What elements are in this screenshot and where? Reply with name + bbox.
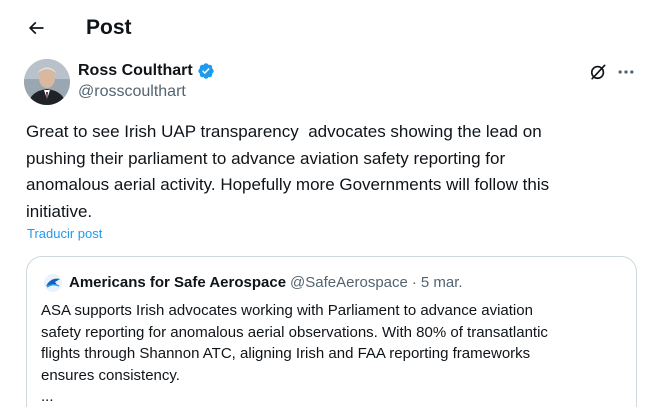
back-button[interactable] — [22, 14, 50, 42]
author-name-label: Ross Coulthart — [78, 62, 193, 79]
page-header: Post — [0, 0, 657, 56]
quoted-author-handle: @SafeAerospace — [290, 274, 408, 291]
author-name[interactable]: Ross Coulthart — [78, 61, 215, 81]
translate-post-link[interactable]: Traducir post — [27, 225, 102, 243]
more-horizontal-icon — [618, 70, 634, 74]
quoted-post-time: 5 mar. — [420, 274, 463, 291]
asa-logo-icon — [43, 273, 63, 293]
page-title: Post — [86, 16, 132, 39]
more-options-button[interactable] — [614, 60, 638, 84]
verified-badge-icon — [197, 63, 214, 79]
quoted-post-text: ASA supports Irish advocates working wit… — [41, 302, 548, 384]
quoted-author-name: Americans for Safe Aerospace — [69, 274, 287, 291]
quoted-post-header: Americans for Safe Aerospace @SafeAerosp… — [43, 273, 463, 293]
arrow-left-icon — [28, 21, 44, 35]
author-avatar[interactable] — [24, 59, 70, 105]
quoted-post[interactable]: Americans for Safe Aerospace @SafeAerosp… — [26, 256, 637, 407]
quoted-post-ellipsis: ... — [41, 388, 54, 405]
separator-dot: · — [411, 274, 417, 291]
grok-button[interactable] — [586, 60, 610, 84]
author-handle[interactable]: @rosscoulthart — [78, 82, 186, 102]
grok-icon — [590, 64, 606, 80]
post-text: Great to see Irish UAP transparency advo… — [26, 122, 550, 221]
